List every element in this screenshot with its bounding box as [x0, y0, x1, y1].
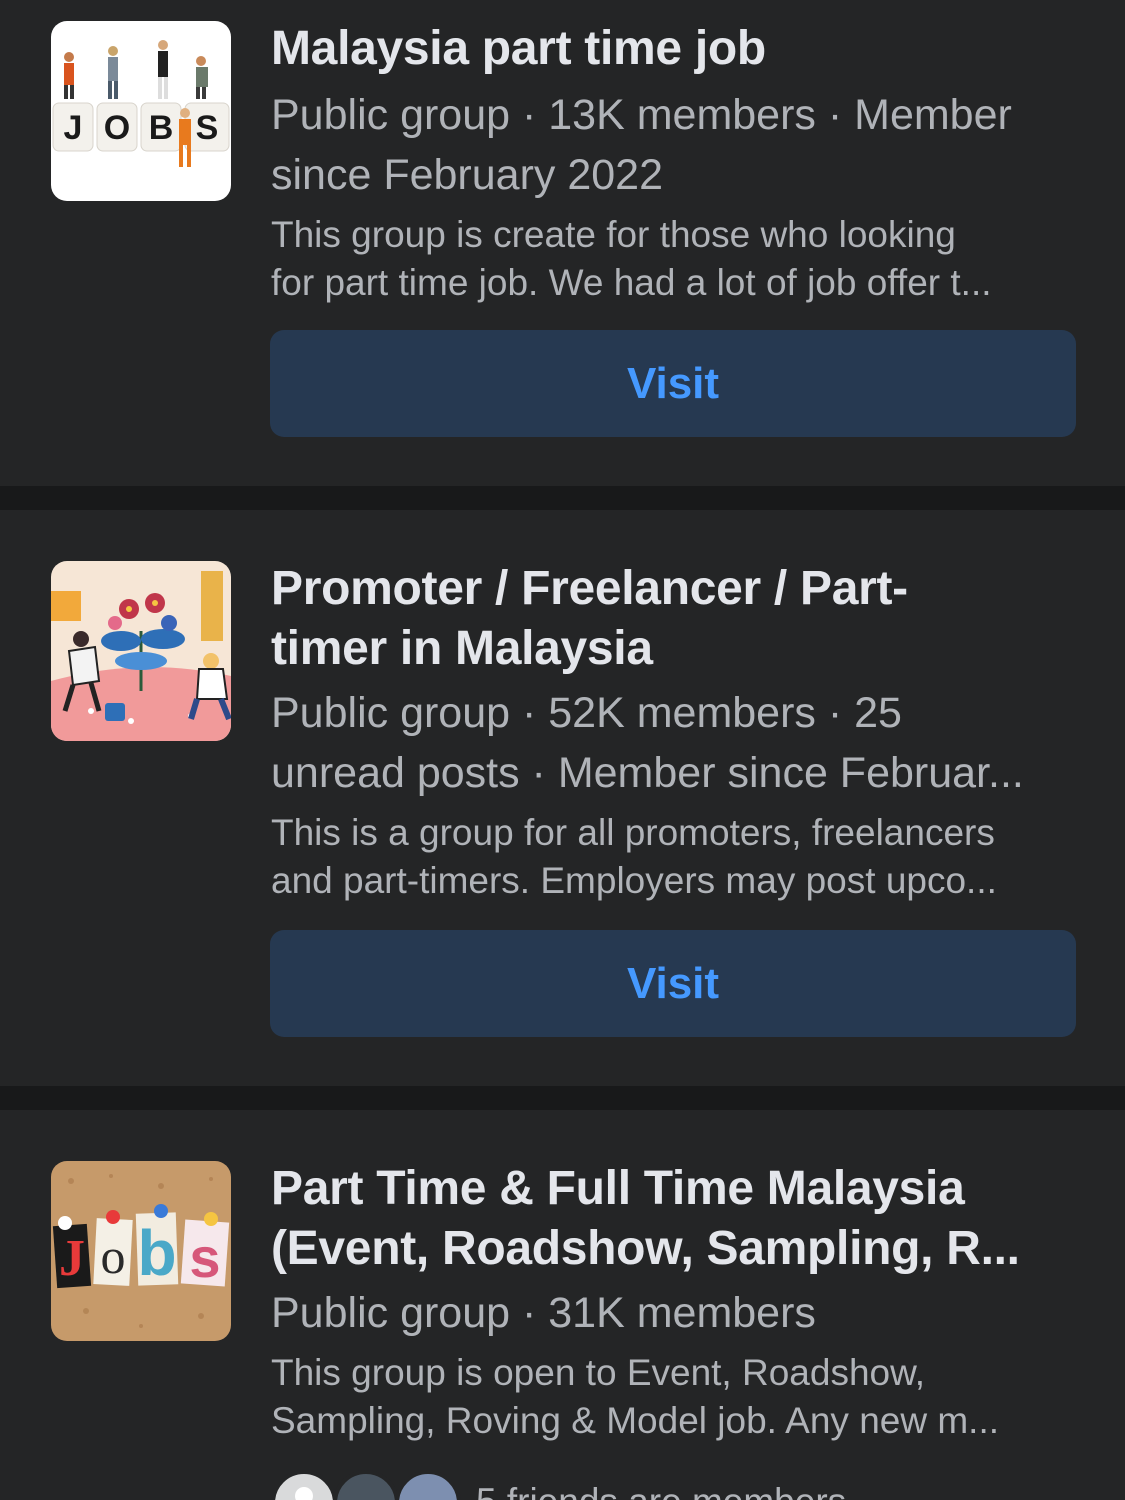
group-title[interactable]: timer in Malaysia: [271, 619, 1081, 679]
friend-avatar: [333, 1470, 399, 1500]
thumb-letter: b: [137, 1217, 176, 1289]
friends-members-text: 5 friends are members: [476, 1478, 846, 1500]
corkboard-jobs-image: J o b s: [51, 1161, 231, 1341]
friends-members[interactable]: 5 friends are members: [271, 1470, 1071, 1500]
thumb-letter: S: [196, 109, 219, 147]
group-info: Promoter / Freelancer / Part- timer in M…: [271, 559, 1081, 905]
groups-feed: J O B S Malaysia part time job Public gr…: [0, 0, 1125, 1500]
person-icon: [295, 1487, 313, 1500]
visit-button[interactable]: Visit: [270, 930, 1076, 1037]
group-info: Malaysia part time job Public group · 13…: [271, 19, 1081, 307]
thumb-letter: s: [189, 1226, 220, 1289]
group-title[interactable]: Promoter / Freelancer / Part-: [271, 559, 1081, 619]
visit-button[interactable]: Visit: [270, 330, 1076, 437]
corkboard-jobs-thumbnail[interactable]: J o b s: [51, 1161, 231, 1341]
group-description: This group is open to Event, Roadshow,: [271, 1352, 926, 1393]
group-meta: Public group · 13K members · Member: [271, 91, 1012, 139]
jobs-blocks-thumbnail[interactable]: J O B S: [51, 21, 231, 201]
group-title[interactable]: Part Time & Full Time Malaysia: [271, 1159, 1081, 1219]
group-description: and part-timers. Employers may post upco…: [271, 860, 997, 901]
gardening-illustration-thumbnail[interactable]: [51, 561, 231, 741]
group-description: This is a group for all promoters, freel…: [271, 812, 995, 853]
group-title[interactable]: Malaysia part time job: [271, 19, 1081, 79]
group-description: This group is create for those who looki…: [271, 214, 956, 255]
thumb-letter: B: [149, 109, 174, 147]
group-card[interactable]: J o b s Part Time & Full Time Malaysia (…: [0, 1110, 1125, 1500]
thumb-letter: O: [104, 109, 130, 147]
group-card[interactable]: Promoter / Freelancer / Part- timer in M…: [0, 510, 1125, 1086]
friend-avatar: [271, 1470, 337, 1500]
group-description: Sampling, Roving & Model job. Any new m.…: [271, 1400, 1000, 1441]
group-description: for part time job. We had a lot of job o…: [271, 262, 992, 303]
jobs-blocks-image: J O B S: [51, 21, 231, 201]
group-info: Part Time & Full Time Malaysia (Event, R…: [271, 1159, 1081, 1445]
thumb-letter: J: [59, 1230, 85, 1287]
group-meta: Public group · 52K members · 25: [271, 689, 902, 737]
group-title[interactable]: (Event, Roadshow, Sampling, R...: [271, 1219, 1081, 1279]
group-card[interactable]: J O B S Malaysia part time job Public gr…: [0, 0, 1125, 486]
group-meta: since February 2022: [271, 151, 663, 199]
thumb-letter: o: [101, 1228, 126, 1284]
thumb-letter: J: [64, 109, 83, 147]
group-meta: Public group · 31K members: [271, 1289, 816, 1337]
group-meta: unread posts · Member since Februar...: [271, 749, 1024, 797]
friend-avatar: [395, 1470, 461, 1500]
gardening-illustration-image: [51, 561, 231, 741]
